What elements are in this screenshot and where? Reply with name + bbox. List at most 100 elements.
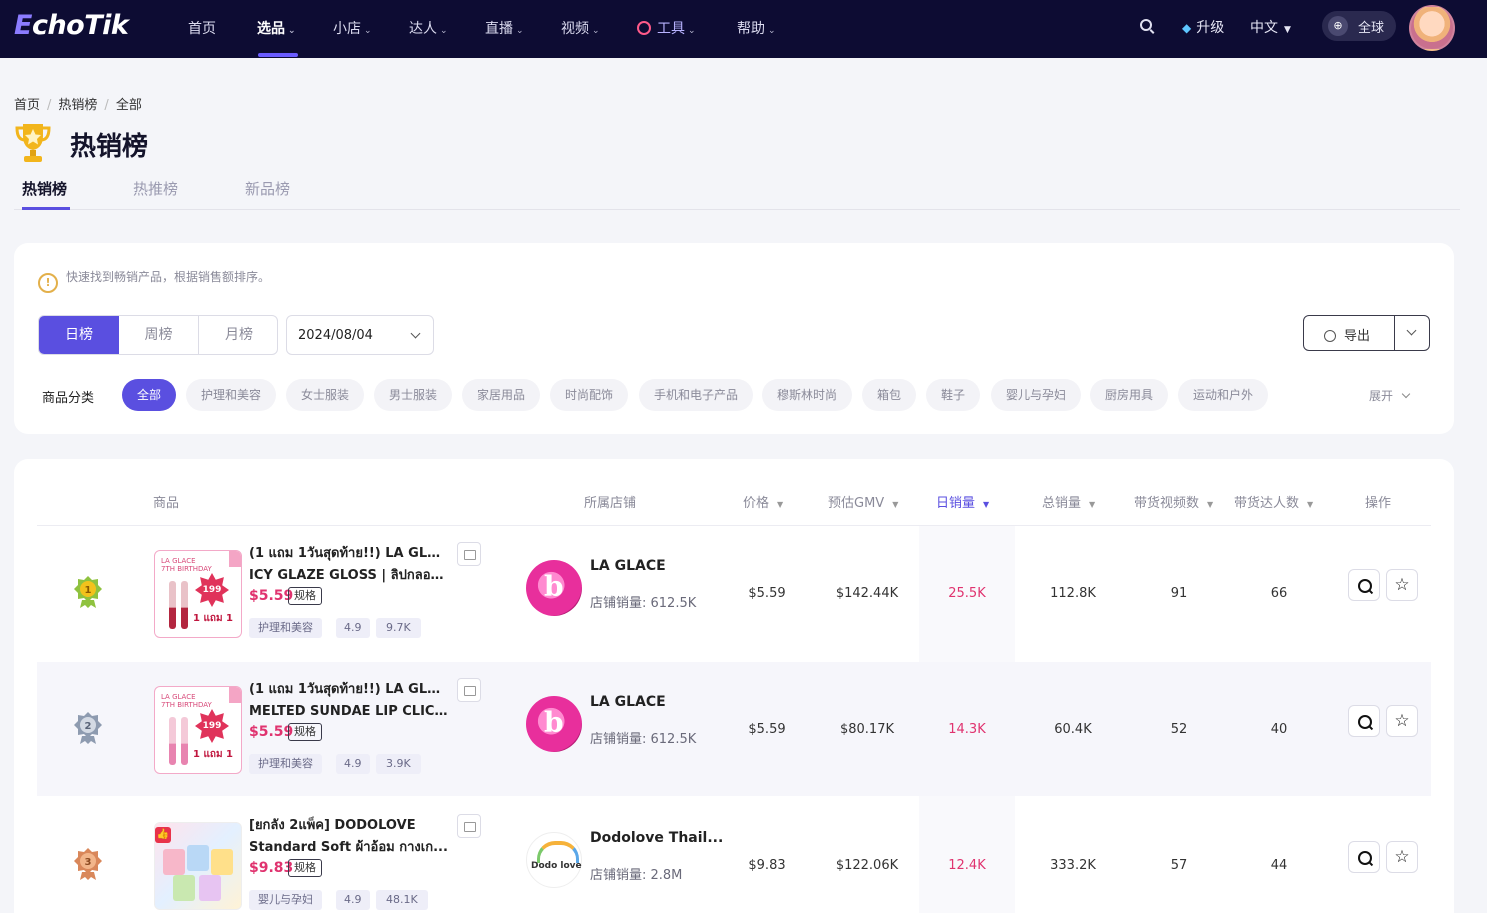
export-icon (1324, 330, 1336, 342)
header-total-sales[interactable]: 总销量 ▼ (1042, 492, 1095, 511)
spec-button[interactable]: 规格 (288, 859, 322, 877)
header-creator-count[interactable]: 带货达人数 ▼ (1234, 492, 1313, 511)
user-avatar[interactable] (1409, 5, 1455, 51)
product-name[interactable]: (1 แถม 1วันสุดท้าย!!) LA GLACE ICY GLAZE … (249, 543, 449, 587)
search-action-button[interactable] (1348, 705, 1380, 737)
video-count-cell: 91 (1170, 586, 1188, 601)
export-dropdown-chevron-icon[interactable] (1406, 325, 1417, 336)
table-row: 3 👍 [ยกลัง 2แพ็ค] DODOLOVE Standard Soft … (37, 798, 1431, 913)
upgrade-button[interactable]: ◆ 升级 (1182, 17, 1224, 37)
category-chip-beauty[interactable]: 护理和美容 (186, 379, 277, 411)
export-button[interactable]: 导出 (1303, 315, 1430, 351)
breadcrumb-hot-sales[interactable]: 热销榜 (58, 98, 97, 113)
echotik-logo[interactable]: EchoTik (14, 10, 129, 41)
translate-icon[interactable] (457, 678, 481, 702)
nav-help[interactable]: 帮助 ⌄ (737, 18, 776, 38)
rating-tag: 4.9 (336, 754, 370, 774)
chevron-down-icon (1401, 389, 1411, 399)
product-name[interactable]: (1 แถม 1วันสุดท้าย!!) LA GLACE MELTED SUN… (249, 679, 449, 723)
search-action-button[interactable] (1348, 841, 1380, 873)
nav-creators[interactable]: 达人 ⌄ (409, 18, 448, 38)
video-count-cell: 52 (1170, 722, 1188, 737)
category-chip-sports[interactable]: 运动和户外 (1178, 379, 1269, 411)
shop-name[interactable]: LA GLACE (590, 558, 666, 574)
product-name[interactable]: [ยกลัง 2แพ็ค] DODOLOVE Standard Soft ผ้าอ… (249, 815, 449, 859)
favorite-star-icon[interactable]: ☆ (1386, 705, 1418, 737)
header-gmv[interactable]: 预估GMV ▼ (828, 492, 898, 511)
rating-tag: 4.9 (336, 618, 370, 638)
chevron-down-icon: ⌄ (364, 26, 372, 36)
shop-name[interactable]: LA GLACE (590, 694, 666, 710)
spec-button[interactable]: 规格 (288, 723, 322, 741)
category-chip-all[interactable]: 全部 (122, 379, 177, 411)
chevron-down-icon: ⌄ (440, 26, 448, 36)
gmv-cell: $142.44K (835, 586, 899, 601)
header-video-count[interactable]: 带货视频数 ▼ (1134, 492, 1213, 511)
language-selector[interactable]: 中文 ▼ (1250, 17, 1291, 37)
header-price[interactable]: 价格 ▼ (743, 492, 783, 511)
thumbs-up-icon: 👍 (155, 827, 171, 843)
sold-tag: 9.7K (376, 618, 421, 638)
tab-active-indicator (22, 207, 70, 210)
nav-tools[interactable]: 工具 ⌄ (637, 18, 696, 38)
tab-hot-sales[interactable]: 热销榜 (22, 178, 67, 199)
bronze-medal-icon: 3 (74, 848, 102, 880)
page-title: 热销榜 (70, 132, 149, 162)
nav-shop[interactable]: 小店 ⌄ (333, 18, 372, 38)
tab-hot-promotion[interactable]: 热推榜 (133, 178, 178, 199)
breadcrumb-home[interactable]: 首页 (14, 98, 40, 113)
nav-video[interactable]: 视频 ⌄ (561, 18, 600, 38)
tab-new-products[interactable]: 新品榜 (245, 178, 290, 199)
category-chip-muslim-fashion[interactable]: 穆斯林时尚 (762, 379, 853, 411)
spec-button[interactable]: 规格 (288, 587, 322, 605)
header-daily-sales[interactable]: 日销量 ▼ (936, 492, 989, 511)
globe-icon: ⊕ (1328, 16, 1348, 36)
category-chip-menswear[interactable]: 男士服装 (374, 379, 453, 411)
shop-logo[interactable] (526, 560, 582, 616)
period-weekly[interactable]: 周榜 (119, 316, 199, 354)
category-chip-electronics[interactable]: 手机和电子产品 (639, 379, 754, 411)
category-chip-womenswear[interactable]: 女士服装 (286, 379, 365, 411)
nav-product-selection[interactable]: 选品 ⌄ (257, 18, 296, 38)
nav-home[interactable]: 首页 (188, 18, 216, 38)
shop-logo[interactable] (526, 696, 582, 752)
shop-sales: 店铺销量: 2.8M (590, 868, 683, 883)
total-sales-cell: 112.8K (1050, 586, 1096, 601)
shop-logo[interactable] (526, 832, 582, 888)
search-icon[interactable] (1140, 19, 1152, 31)
gmv-cell: $122.06K (835, 858, 899, 873)
chevron-down-icon: ⌄ (592, 26, 600, 36)
region-selector[interactable]: ⊕ 全球 (1322, 11, 1396, 41)
daily-sales-cell: 14.3K (948, 722, 986, 737)
category-chip-bags[interactable]: 箱包 (862, 379, 917, 411)
product-thumbnail[interactable]: 👍 (154, 822, 242, 910)
period-monthly[interactable]: 月榜 (199, 316, 277, 354)
product-thumbnail[interactable]: LA GLACE 7TH BIRTHDAY 199 1 แถม 1 (154, 550, 242, 638)
breadcrumb: 首页 / 热销榜 / 全部 (14, 98, 142, 113)
price-cell: $5.59 (748, 722, 786, 737)
translate-icon[interactable] (457, 814, 481, 838)
expand-categories-button[interactable]: 展开 (1369, 387, 1411, 404)
sold-tag: 3.9K (376, 754, 421, 774)
nav-live[interactable]: 直播 ⌄ (485, 18, 524, 38)
product-thumbnail[interactable]: LA GLACE 7TH BIRTHDAY 199 1 แถม 1 (154, 686, 242, 774)
category-chip-kitchen[interactable]: 厨房用具 (1090, 379, 1169, 411)
product-price: $5.59 (249, 588, 294, 604)
category-chip-accessories[interactable]: 时尚配饰 (550, 379, 629, 411)
date-picker[interactable]: 2024/08/04 (286, 315, 434, 355)
search-action-button[interactable] (1348, 569, 1380, 601)
nav-active-indicator (258, 53, 298, 57)
translate-icon[interactable] (457, 542, 481, 566)
trophy-icon (15, 124, 51, 162)
favorite-star-icon[interactable]: ☆ (1386, 569, 1418, 601)
period-daily[interactable]: 日榜 (39, 316, 119, 354)
favorite-star-icon[interactable]: ☆ (1386, 841, 1418, 873)
tip-text: ! 快速找到畅销产品，根据销售额排序。 (38, 268, 270, 293)
top-navbar: EchoTik 首页 选品 ⌄ 小店 ⌄ 达人 ⌄ 直播 ⌄ 视频 ⌄ 工具 ⌄ 帮助 ⌄ ◆… (0, 0, 1487, 58)
category-chip-shoes[interactable]: 鞋子 (926, 379, 981, 411)
category-chip-baby[interactable]: 婴儿与孕妇 (991, 379, 1082, 411)
chevron-down-icon: ⌄ (688, 26, 696, 36)
category-chip-home[interactable]: 家居用品 (462, 379, 541, 411)
category-tag: 婴儿与孕妇 (249, 890, 322, 910)
shop-name[interactable]: Dodolove Thail... (590, 830, 723, 846)
